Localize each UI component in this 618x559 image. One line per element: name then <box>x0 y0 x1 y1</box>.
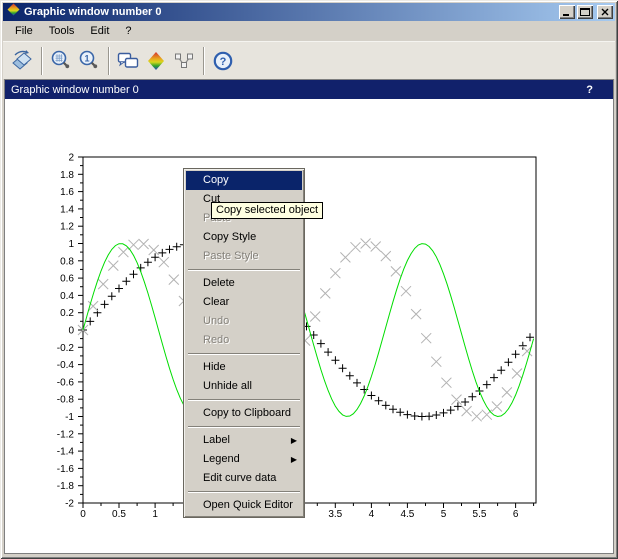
toolbar-separator <box>41 46 42 75</box>
svg-text:2: 2 <box>68 153 74 164</box>
svg-text:-0.4: -0.4 <box>57 360 75 371</box>
svg-text:?: ? <box>220 56 227 68</box>
window-controls <box>557 5 613 19</box>
toolbar-separator <box>108 46 109 75</box>
context-menu-separator <box>188 491 300 493</box>
svg-text:-0.6: -0.6 <box>57 377 75 388</box>
svg-text:0: 0 <box>68 326 74 337</box>
svg-text:-1.8: -1.8 <box>57 481 75 492</box>
svg-text:1.6: 1.6 <box>60 187 74 198</box>
svg-text:-1.2: -1.2 <box>57 429 75 440</box>
context-menu-separator <box>188 426 300 428</box>
context-menu-item-undo: Undo <box>203 315 230 327</box>
context-menu-item-copy-style[interactable]: Copy Style <box>186 228 302 247</box>
context-menu-item-copy[interactable]: Copy <box>186 171 302 190</box>
window-title: Graphic window number 0 <box>24 6 162 18</box>
svg-text:-0.2: -0.2 <box>57 343 75 354</box>
unzoom-icon: 1 <box>79 50 98 68</box>
rotate-icon <box>12 49 32 70</box>
svg-text:1.4: 1.4 <box>60 204 74 215</box>
scilab-plot-button[interactable] <box>142 47 170 75</box>
close-icon <box>601 8 609 16</box>
datatip-button[interactable] <box>170 47 198 75</box>
svg-text:5: 5 <box>441 509 447 520</box>
plot-area[interactable]: 00.511.522.533.544.555.5621.81.61.41.210… <box>5 99 613 553</box>
context-menu-item-hide[interactable]: Hide <box>186 358 302 377</box>
svg-text:0.6: 0.6 <box>60 274 74 285</box>
svg-text:1.8: 1.8 <box>60 170 74 181</box>
menubar-item-tools[interactable]: Tools <box>41 22 83 40</box>
svg-text:0.4: 0.4 <box>60 291 74 302</box>
zoom-area-icon <box>51 50 70 68</box>
context-menu-separator <box>188 399 300 401</box>
svg-text:-2: -2 <box>65 499 74 510</box>
svg-text:5.5: 5.5 <box>473 509 487 520</box>
rotate-button[interactable] <box>8 47 36 75</box>
zoom-area-button[interactable] <box>47 47 75 75</box>
svg-text:0.2: 0.2 <box>60 308 74 319</box>
context-menu-item-open-quick-editor[interactable]: Open Quick Editor <box>186 496 302 515</box>
context-menu-item-unhide-all[interactable]: Unhide all <box>186 377 302 396</box>
svg-text:0: 0 <box>80 509 86 520</box>
svg-text:-1.6: -1.6 <box>57 464 75 475</box>
toolbar: 1? <box>3 41 615 79</box>
toolbar-separator <box>203 46 204 75</box>
context-menu-item-redo: Redo <box>203 334 230 346</box>
svg-text:4: 4 <box>369 509 375 520</box>
help-button[interactable]: ? <box>209 47 237 75</box>
help-icon: ? <box>213 51 233 70</box>
close-button[interactable] <box>597 5 613 19</box>
scilab-logo-icon <box>148 51 164 70</box>
svg-text:1: 1 <box>68 239 74 250</box>
svg-text:1.2: 1.2 <box>60 222 74 233</box>
svg-text:1: 1 <box>84 53 89 63</box>
svg-text:-0.8: -0.8 <box>57 395 75 406</box>
titlebar[interactable]: Graphic window number 0 <box>3 3 615 21</box>
context-menu-item-clear[interactable]: Clear <box>186 293 302 312</box>
maximize-button[interactable] <box>577 5 593 19</box>
context-menu-separator <box>188 353 300 355</box>
context-menu-item-delete[interactable]: Delete <box>186 274 302 293</box>
figure-canvas: Graphic window number 0 ? 00.511.522.533… <box>4 79 614 554</box>
submenu-arrow-icon: ▶ <box>290 436 297 445</box>
submenu-arrow-icon: ▶ <box>290 455 297 464</box>
svg-text:1: 1 <box>152 509 158 520</box>
context-menu: CopyCutPasteCopy StylePaste StyleDeleteC… <box>183 168 305 518</box>
chart-svg: 00.511.522.533.544.555.5621.81.61.41.210… <box>57 153 537 520</box>
menubar-item-edit[interactable]: Edit <box>82 22 117 40</box>
svg-text:3.5: 3.5 <box>328 509 342 520</box>
menubar-item-file[interactable]: File <box>7 22 41 40</box>
context-menu-item-edit-curve-data[interactable]: Edit curve data <box>186 469 302 488</box>
context-menu-item-label[interactable]: Label ▶ <box>186 431 302 450</box>
tooltip: Copy selected object <box>211 202 324 219</box>
svg-text:-1: -1 <box>65 412 74 423</box>
svg-text:0.5: 0.5 <box>112 509 126 520</box>
datatip-icon <box>175 53 193 68</box>
maximize-icon <box>580 8 590 16</box>
menubar-item-help[interactable]: ? <box>117 22 139 40</box>
context-menu-separator <box>188 269 300 271</box>
graphic-window: Graphic window number 0 File Tools Edit? 1… <box>0 0 618 559</box>
graphics-editor-button[interactable] <box>114 47 142 75</box>
minimize-icon <box>563 14 569 16</box>
original-view-button[interactable]: 1 <box>75 47 103 75</box>
context-menu-item-paste-style: Paste Style <box>203 250 259 262</box>
infobar-help-button[interactable]: ? <box>586 84 605 96</box>
minimize-button[interactable] <box>559 5 575 19</box>
infobar-text: Graphic window number 0 <box>11 83 139 96</box>
ged-icon <box>117 52 139 68</box>
menubar: File Tools Edit? <box>3 21 615 41</box>
context-menu-item-copy-to-clipboard[interactable]: Copy to Clipboard <box>186 404 302 423</box>
scilab-app-icon <box>7 3 20 21</box>
svg-text:4.5: 4.5 <box>400 509 414 520</box>
context-menu-item-legend[interactable]: Legend ▶ <box>186 450 302 469</box>
svg-text:-1.4: -1.4 <box>57 447 75 458</box>
svg-text:0.8: 0.8 <box>60 256 74 267</box>
infobar: Graphic window number 0 ? <box>5 80 613 99</box>
svg-text:6: 6 <box>513 509 519 520</box>
